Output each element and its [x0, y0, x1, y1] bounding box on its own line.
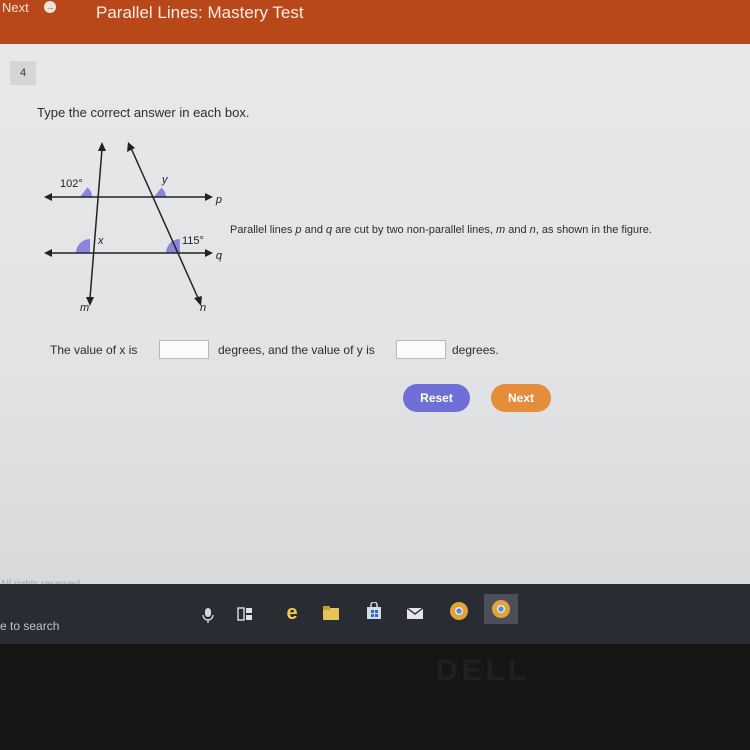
line-q-label: q [216, 250, 223, 262]
answer-middle: degrees, and the value of y is [218, 343, 375, 357]
angle-y-label: y [161, 174, 169, 186]
answer-row: The value of x is degrees, and the value… [0, 340, 750, 362]
top-bar: Next → Parallel Lines: Mastery Test [0, 0, 750, 44]
angle-x-arc [76, 239, 90, 253]
statement-text: and [505, 224, 530, 236]
arrow-right-icon [205, 249, 213, 257]
statement-text: Parallel lines [230, 224, 296, 236]
answer-prefix: The value of x is [50, 343, 138, 357]
angle-x-label: x [97, 235, 104, 247]
line-n-label: n [200, 302, 206, 312]
arrow-up-icon [98, 142, 106, 151]
line-n [130, 147, 199, 299]
edge-icon[interactable]: e [283, 603, 301, 623]
mail-icon[interactable] [406, 604, 424, 622]
active-app-highlight[interactable] [484, 594, 518, 624]
file-explorer-icon[interactable] [322, 604, 340, 622]
next-button[interactable]: Next [491, 384, 551, 412]
reset-button[interactable]: Reset [403, 384, 470, 412]
arrow-left-icon [44, 249, 52, 257]
statement-text: are cut by two non-parallel lines, [332, 224, 497, 236]
screen: Next → Parallel Lines: Mastery Test 4 Ty… [0, 0, 750, 750]
line-m [89, 148, 103, 299]
parallel-lines-figure: 102° y p x 115° q m n [44, 142, 223, 312]
search-box[interactable]: e to search [0, 619, 59, 633]
angle-102-label: 102° [60, 178, 83, 190]
header-next-link[interactable]: Next [2, 0, 29, 15]
arrow-right-icon[interactable]: → [44, 1, 56, 13]
arrow-up-icon [127, 142, 135, 152]
arrow-right-icon [205, 193, 213, 201]
microphone-icon[interactable] [199, 606, 217, 624]
store-icon[interactable] [365, 602, 383, 620]
statement-text: and [301, 224, 327, 236]
question-number: 4 [10, 61, 36, 85]
arrow-left-icon [44, 193, 52, 201]
statement-text: , as shown in the figure. [535, 224, 652, 236]
line-p-label: p [215, 194, 222, 206]
monitor-brand-logo: DELL [436, 654, 531, 687]
y-answer-input[interactable] [396, 340, 446, 359]
statement-var-m: m [496, 224, 506, 236]
page-title: Parallel Lines: Mastery Test [96, 3, 304, 22]
angle-y-arc [154, 187, 166, 197]
question-panel: 4 Type the correct answer in each box. 1… [0, 44, 750, 590]
chrome-active-icon[interactable] [491, 599, 511, 619]
problem-statement: Parallel lines p and q are cut by two no… [230, 224, 652, 236]
instruction-text: Type the correct answer in each box. [37, 105, 250, 120]
answer-suffix: degrees. [452, 343, 499, 357]
line-m-label: m [80, 302, 89, 312]
task-view-icon[interactable] [236, 605, 254, 623]
x-answer-input[interactable] [159, 340, 209, 359]
taskbar: e to search e [0, 584, 750, 644]
monitor-bezel: DELL [0, 644, 750, 750]
angle-115-label: 115° [182, 235, 204, 247]
chrome-icon[interactable] [449, 601, 469, 621]
